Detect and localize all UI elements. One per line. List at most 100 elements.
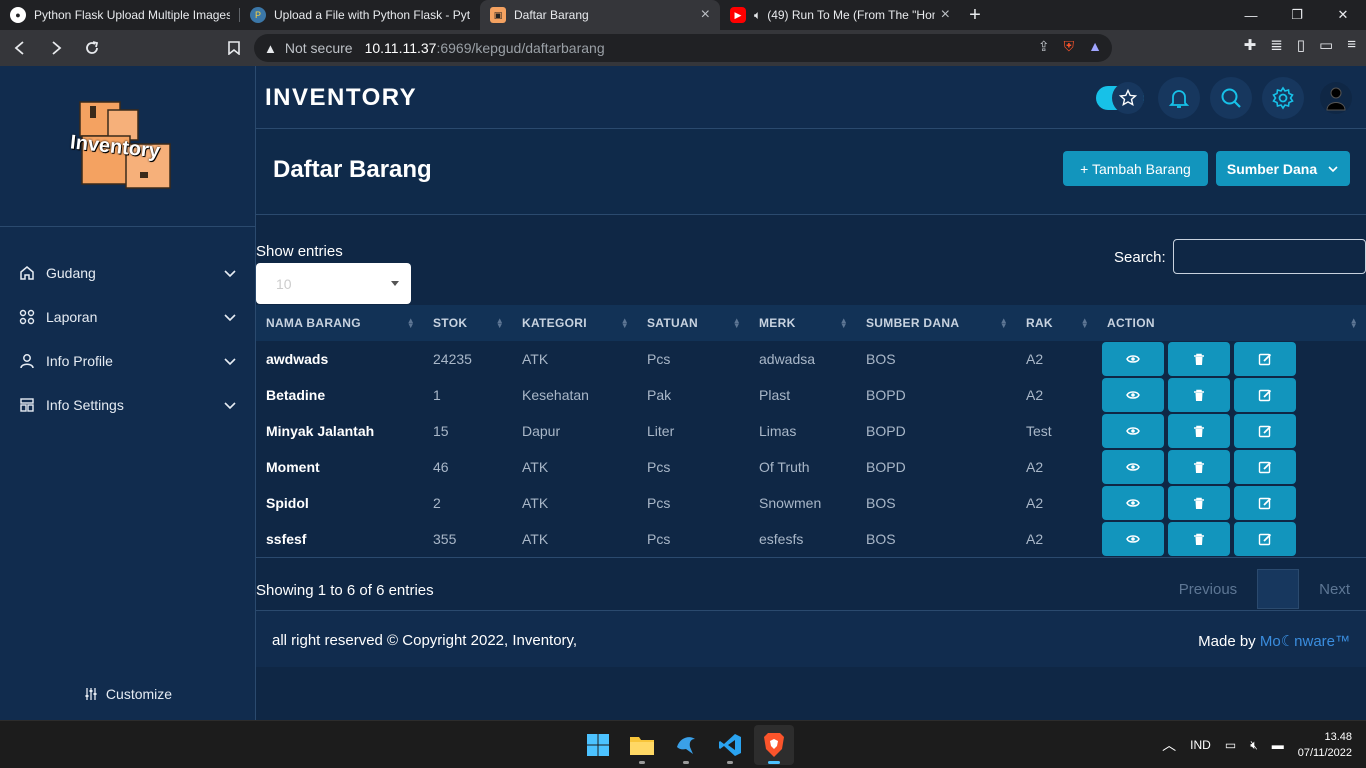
clock-time: 13.48 xyxy=(1324,731,1352,743)
address-bar[interactable]: ▲ Not secure 10.11.11.37 :6969/kepgud/da… xyxy=(254,34,1112,62)
delete-button[interactable] xyxy=(1168,486,1230,520)
bookmark-icon[interactable] xyxy=(218,32,250,64)
sort-icon: ▲ ▼ xyxy=(406,316,415,330)
caret-down-icon xyxy=(391,281,399,286)
clock[interactable]: 13.48 07/11/2022 xyxy=(1298,729,1352,761)
restore-icon[interactable]: ❐ xyxy=(1274,0,1320,30)
cell-sumber: BOPD xyxy=(866,459,906,475)
sidebar-item-info-settings[interactable]: Info Settings xyxy=(0,383,255,427)
wallet-icon[interactable]: ▭ xyxy=(1319,36,1333,54)
browser-tab-flask-multiple[interactable]: ● Python Flask Upload Multiple Images xyxy=(0,0,240,30)
menu-icon[interactable]: ≡ xyxy=(1347,36,1356,54)
sumber-dana-dropdown[interactable]: Sumber Dana xyxy=(1216,151,1350,186)
search-input[interactable] xyxy=(1173,239,1366,274)
entries-select[interactable]: 10 xyxy=(256,263,411,304)
made-by-brand-a[interactable]: Mo xyxy=(1260,633,1281,650)
edit-button[interactable] xyxy=(1234,414,1296,448)
browser-tab-youtube[interactable]: ▶ 🔈︎ (49) Run To Me (From The "Home" × xyxy=(720,0,960,30)
network-icon[interactable]: ▭ xyxy=(1225,738,1236,752)
warning-icon: ▲ xyxy=(264,40,277,56)
forward-icon[interactable] xyxy=(40,32,72,64)
taskbar-dbeaver[interactable] xyxy=(666,725,706,765)
extensions-icon[interactable]: ✚ xyxy=(1244,36,1257,54)
column-header-sumber-dana[interactable]: SUMBER DANA ▲ ▼ xyxy=(856,305,1016,341)
column-header-kategori[interactable]: KATEGORI ▲ ▼ xyxy=(512,305,637,341)
sidebar-item-gudang[interactable]: Gudang xyxy=(0,251,255,295)
row-actions xyxy=(1097,486,1296,520)
cell-kategori: Kesehatan xyxy=(522,387,589,403)
inventory-logo[interactable]: Inventory xyxy=(69,98,186,196)
browser-tab-daftar-barang[interactable]: ▣ Daftar Barang × xyxy=(480,0,720,30)
folder-icon xyxy=(630,737,654,755)
share-icon[interactable]: ⇪ xyxy=(1038,38,1050,55)
theme-toggle[interactable] xyxy=(1096,82,1144,114)
windows-icon xyxy=(587,734,609,756)
view-button[interactable] xyxy=(1102,450,1164,484)
page-header: Daftar Barang + Tambah Barang Sumber Dan… xyxy=(256,129,1366,215)
customize-button[interactable]: Customize xyxy=(0,686,256,702)
current-page-button[interactable] xyxy=(1257,569,1300,609)
language-indicator[interactable]: IND xyxy=(1190,738,1211,752)
previous-page-button[interactable]: Previous xyxy=(1163,581,1253,598)
minimize-icon[interactable]: — xyxy=(1228,0,1274,30)
new-tab-button[interactable]: + xyxy=(960,0,990,30)
header-label: MERK xyxy=(759,316,796,330)
volume-muted-icon[interactable]: 🔇︎ xyxy=(1250,738,1258,753)
delete-button[interactable] xyxy=(1168,522,1230,556)
cell-merk: Plast xyxy=(759,387,791,403)
next-page-button[interactable]: Next xyxy=(1303,581,1366,598)
column-header-rak[interactable]: RAK ▲ ▼ xyxy=(1016,305,1097,341)
search-button[interactable] xyxy=(1210,77,1252,119)
view-button[interactable] xyxy=(1102,486,1164,520)
building-icon xyxy=(18,396,36,414)
add-item-button[interactable]: + Tambah Barang xyxy=(1063,151,1208,186)
notifications-button[interactable] xyxy=(1158,77,1200,119)
column-header-nama[interactable]: NAMA BARANG ▲ ▼ xyxy=(256,305,423,341)
view-button[interactable] xyxy=(1102,378,1164,412)
header-label: SUMBER DANA xyxy=(866,316,960,330)
battery-icon[interactable]: ▬ xyxy=(1272,738,1284,752)
sidebar-item-label: Info Profile xyxy=(46,353,113,369)
delete-button[interactable] xyxy=(1168,414,1230,448)
taskbar-vscode[interactable] xyxy=(710,725,750,765)
cell-satuan: Pcs xyxy=(647,531,671,547)
sidebar-item-info-profile[interactable]: Info Profile xyxy=(0,339,255,383)
star-icon xyxy=(1112,82,1144,114)
edit-button[interactable] xyxy=(1234,378,1296,412)
playlist-icon[interactable]: ≣ xyxy=(1270,36,1283,54)
close-icon[interactable]: × xyxy=(941,6,950,24)
edit-button[interactable] xyxy=(1234,450,1296,484)
showing-entries-info: Showing 1 to 6 of 6 entries xyxy=(256,582,434,599)
back-icon[interactable] xyxy=(4,32,36,64)
avatar[interactable] xyxy=(1320,82,1352,114)
delete-button[interactable] xyxy=(1168,342,1230,376)
brave-shield-icon[interactable]: ⛨ xyxy=(1064,38,1075,55)
brave-rewards-icon[interactable]: ▲ xyxy=(1088,38,1102,55)
delete-button[interactable] xyxy=(1168,450,1230,484)
settings-button[interactable] xyxy=(1262,77,1304,119)
browser-tab-upload-file[interactable]: P Upload a File with Python Flask - Pyth xyxy=(240,0,480,30)
view-button[interactable] xyxy=(1102,414,1164,448)
chevron-up-icon[interactable]: ︿ xyxy=(1162,735,1176,755)
taskbar-file-explorer[interactable] xyxy=(622,725,662,765)
column-header-satuan[interactable]: SATUAN ▲ ▼ xyxy=(637,305,749,341)
edit-button[interactable] xyxy=(1234,486,1296,520)
items-table: NAMA BARANG ▲ ▼ STOK ▲ ▼ KATEGORI ▲ ▼ SATUAN ▲ ▼… xyxy=(256,305,1366,557)
close-window-icon[interactable]: ✕ xyxy=(1320,0,1366,30)
taskbar-brave[interactable] xyxy=(754,725,794,765)
delete-button[interactable] xyxy=(1168,378,1230,412)
column-header-merk[interactable]: MERK ▲ ▼ xyxy=(749,305,856,341)
reload-icon[interactable] xyxy=(76,32,108,64)
start-button[interactable] xyxy=(578,725,618,765)
edit-button[interactable] xyxy=(1234,522,1296,556)
header-label: ACTION xyxy=(1107,316,1155,330)
view-button[interactable] xyxy=(1102,522,1164,556)
made-by-brand-b[interactable]: nware™ xyxy=(1294,633,1350,650)
close-icon[interactable]: × xyxy=(701,6,710,24)
view-button[interactable] xyxy=(1102,342,1164,376)
sidebar-toggle-icon[interactable]: ▯ xyxy=(1297,36,1305,54)
sidebar-item-laporan[interactable]: Laporan xyxy=(0,295,255,339)
edit-button[interactable] xyxy=(1234,342,1296,376)
column-header-stok[interactable]: STOK ▲ ▼ xyxy=(423,305,512,341)
moon-icon: ☾ xyxy=(1280,633,1295,650)
